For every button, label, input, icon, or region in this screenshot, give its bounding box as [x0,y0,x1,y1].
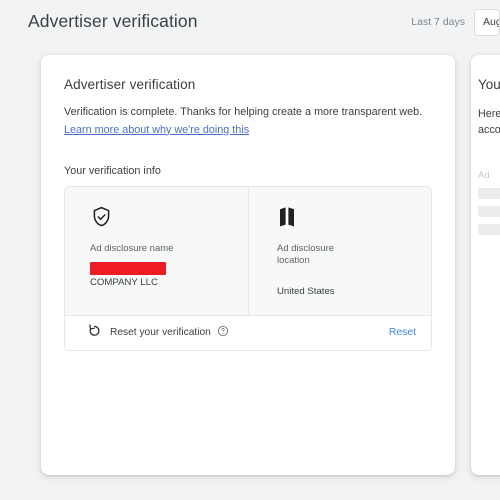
reset-verification-row: Reset your verification Reset [65,314,431,350]
learn-more-link[interactable]: Learn more about why we're doing this [64,124,249,136]
reset-button[interactable]: Reset [389,327,416,338]
side-panel-desc-line1: Here [478,108,500,120]
top-bar: Advertiser verification Last 7 days Aug [0,0,500,46]
skeleton-bar [478,188,500,200]
card-title: Advertiser verification [64,77,196,92]
ad-disclosure-location-value: United States [277,286,335,298]
ad-disclosure-name-value: COMPANY LLC [90,277,158,289]
card-description: Verification is complete. Thanks for hel… [64,106,423,118]
reset-label-group: Reset your verification [87,323,389,343]
card-content: Advertiser verification Verification is … [41,55,455,351]
reset-verification-label: Reset your verification [110,327,211,339]
skeleton-bar [478,206,500,218]
page-title: Advertiser verification [28,11,198,31]
ad-disclosure-name-label: Ad disclosure name [90,242,174,254]
redaction-bar [90,262,166,276]
verification-info-box: Ad disclosure name COMPANY LLC Ad disclo… [64,185,432,351]
verification-info-columns: Ad disclosure name COMPANY LLC Ad disclo… [65,186,431,315]
date-range-label: Last 7 days [411,16,465,28]
side-panel-card: You Here acco Ad [471,55,500,475]
date-range-button[interactable]: Aug [474,8,500,36]
ad-disclosure-location-label: Ad disclosure location [277,242,335,267]
restore-icon [87,323,102,343]
verification-info-heading: Your verification info [64,164,161,177]
shield-check-icon [90,205,228,229]
ad-disclosure-name-column: Ad disclosure name COMPANY LLC [65,187,248,315]
skeleton-bar [478,224,500,236]
side-panel-desc-line2: acco [478,123,500,136]
map-icon [277,205,411,229]
side-panel-sub-label: Ad [478,170,490,182]
side-panel-title: You [478,77,500,92]
help-circle-icon[interactable] [217,324,229,342]
ad-disclosure-location-column: Ad disclosure location United States [248,186,431,315]
advertiser-verification-card: Advertiser verification Verification is … [41,55,455,475]
date-range-control: Last 7 days Aug [411,8,500,36]
app-page: Advertiser verification Last 7 days Aug … [0,0,500,500]
